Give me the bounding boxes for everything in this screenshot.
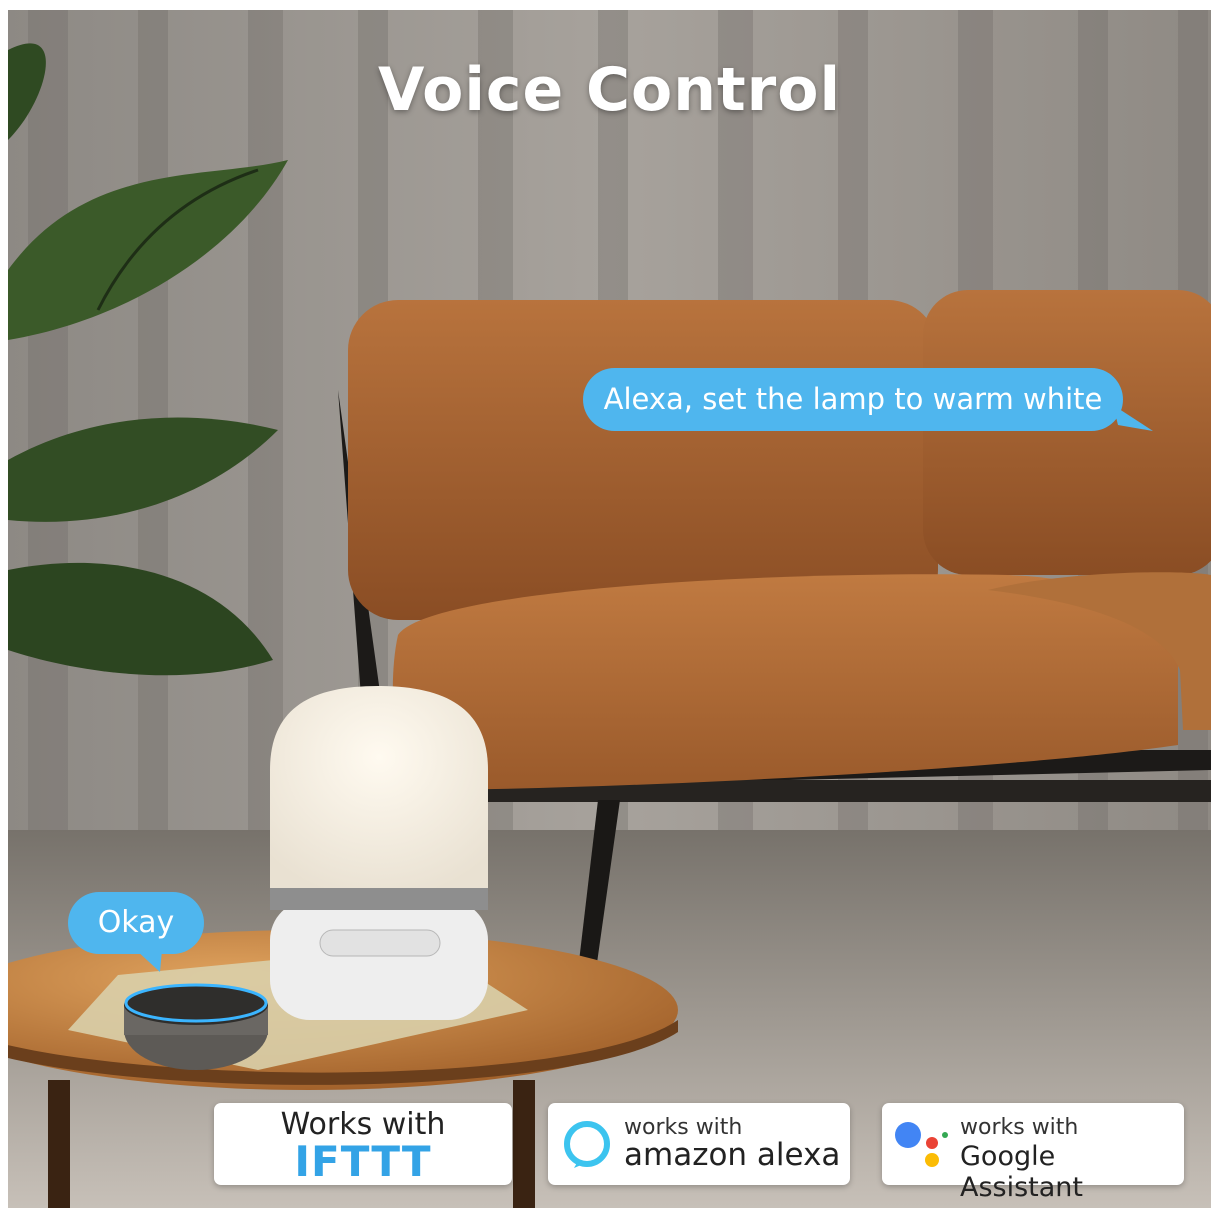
alexa-line2: amazon alexa [624, 1137, 841, 1173]
ifttt-logo: IFTTT [294, 1137, 432, 1186]
ifttt-badge: Works with IFTTT [214, 1103, 512, 1186]
reply-text: Okay [97, 905, 175, 940]
reply-bubble: Okay [68, 892, 204, 954]
speech-tail-icon [1113, 405, 1153, 431]
living-room-scene [8, 10, 1211, 1208]
google-line2: Google Assistant [960, 1141, 1084, 1203]
alexa-ring-icon [564, 1121, 610, 1168]
alexa-command-bubble: Alexa, set the lamp to warm white [583, 368, 1123, 431]
google-badge: works with Google Assistant [882, 1103, 1184, 1203]
speech-tail-icon [136, 950, 162, 972]
page-title: Voice Control [377, 55, 842, 125]
google-line1: works with [960, 1115, 1079, 1140]
alexa-command-text: Alexa, set the lamp to warm white [603, 382, 1103, 416]
google-assistant-icon [895, 1122, 948, 1167]
product-image: Voice Control Alexa, set the lamp to war… [8, 10, 1211, 1208]
alexa-badge: works with amazon alexa [548, 1103, 850, 1185]
